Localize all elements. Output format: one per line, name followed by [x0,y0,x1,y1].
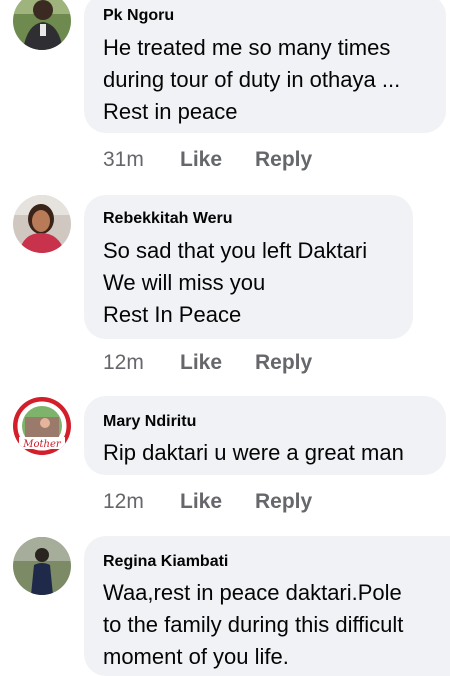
comment-author[interactable]: Rebekkitah Weru [103,209,393,229]
reply-button[interactable]: Reply [255,351,312,375]
comment-actions: 12m Like Reply [103,487,312,517]
comment-bubble: Pk Ngoru He treated me so many times dur… [84,0,446,133]
comment-text: Rip daktari u were a great man [103,440,404,465]
comment: Rebekkitah Weru So sad that you left Dak… [0,192,450,392]
like-button[interactable]: Like [180,490,255,514]
comment: Pk Ngoru He treated me so many times dur… [0,0,450,190]
comment-actions: 31m Like Reply [103,145,312,175]
comment-author[interactable]: Mary Ndiritu [103,412,426,432]
comment-actions: 12m Like Reply [103,348,312,378]
avatar[interactable] [13,195,71,253]
like-button[interactable]: Like [180,351,255,375]
comment-text: He treated me so many times during tour … [103,35,401,124]
avatar[interactable] [13,537,71,595]
comment: Regina Kiambati Waa,rest in peace daktar… [0,534,450,676]
reply-button[interactable]: Reply [255,148,312,172]
comment-bubble: Mary Ndiritu Rip daktari u were a great … [84,396,446,475]
reply-button[interactable]: Reply [255,490,312,514]
comment-bubble: Regina Kiambati Waa,rest in peace daktar… [84,536,450,676]
comment-text: Waa,rest in peace daktari.Pole to the fa… [103,580,404,669]
like-button[interactable]: Like [180,148,255,172]
comment: Mother Mary Ndiritu Rip daktari u were a… [0,396,450,536]
comment-timestamp[interactable]: 12m [103,351,180,375]
avatar[interactable]: Mother [13,397,71,455]
comment-author[interactable]: Regina Kiambati [103,552,444,572]
comment-timestamp[interactable]: 31m [103,148,180,172]
comment-author[interactable]: Pk Ngoru [103,6,426,26]
comment-bubble: Rebekkitah Weru So sad that you left Dak… [84,195,413,339]
comment-timestamp[interactable]: 12m [103,490,180,514]
comment-text: So sad that you left Daktari We will mis… [103,238,368,327]
avatar-label: Mother [22,439,62,450]
avatar[interactable] [13,0,71,50]
